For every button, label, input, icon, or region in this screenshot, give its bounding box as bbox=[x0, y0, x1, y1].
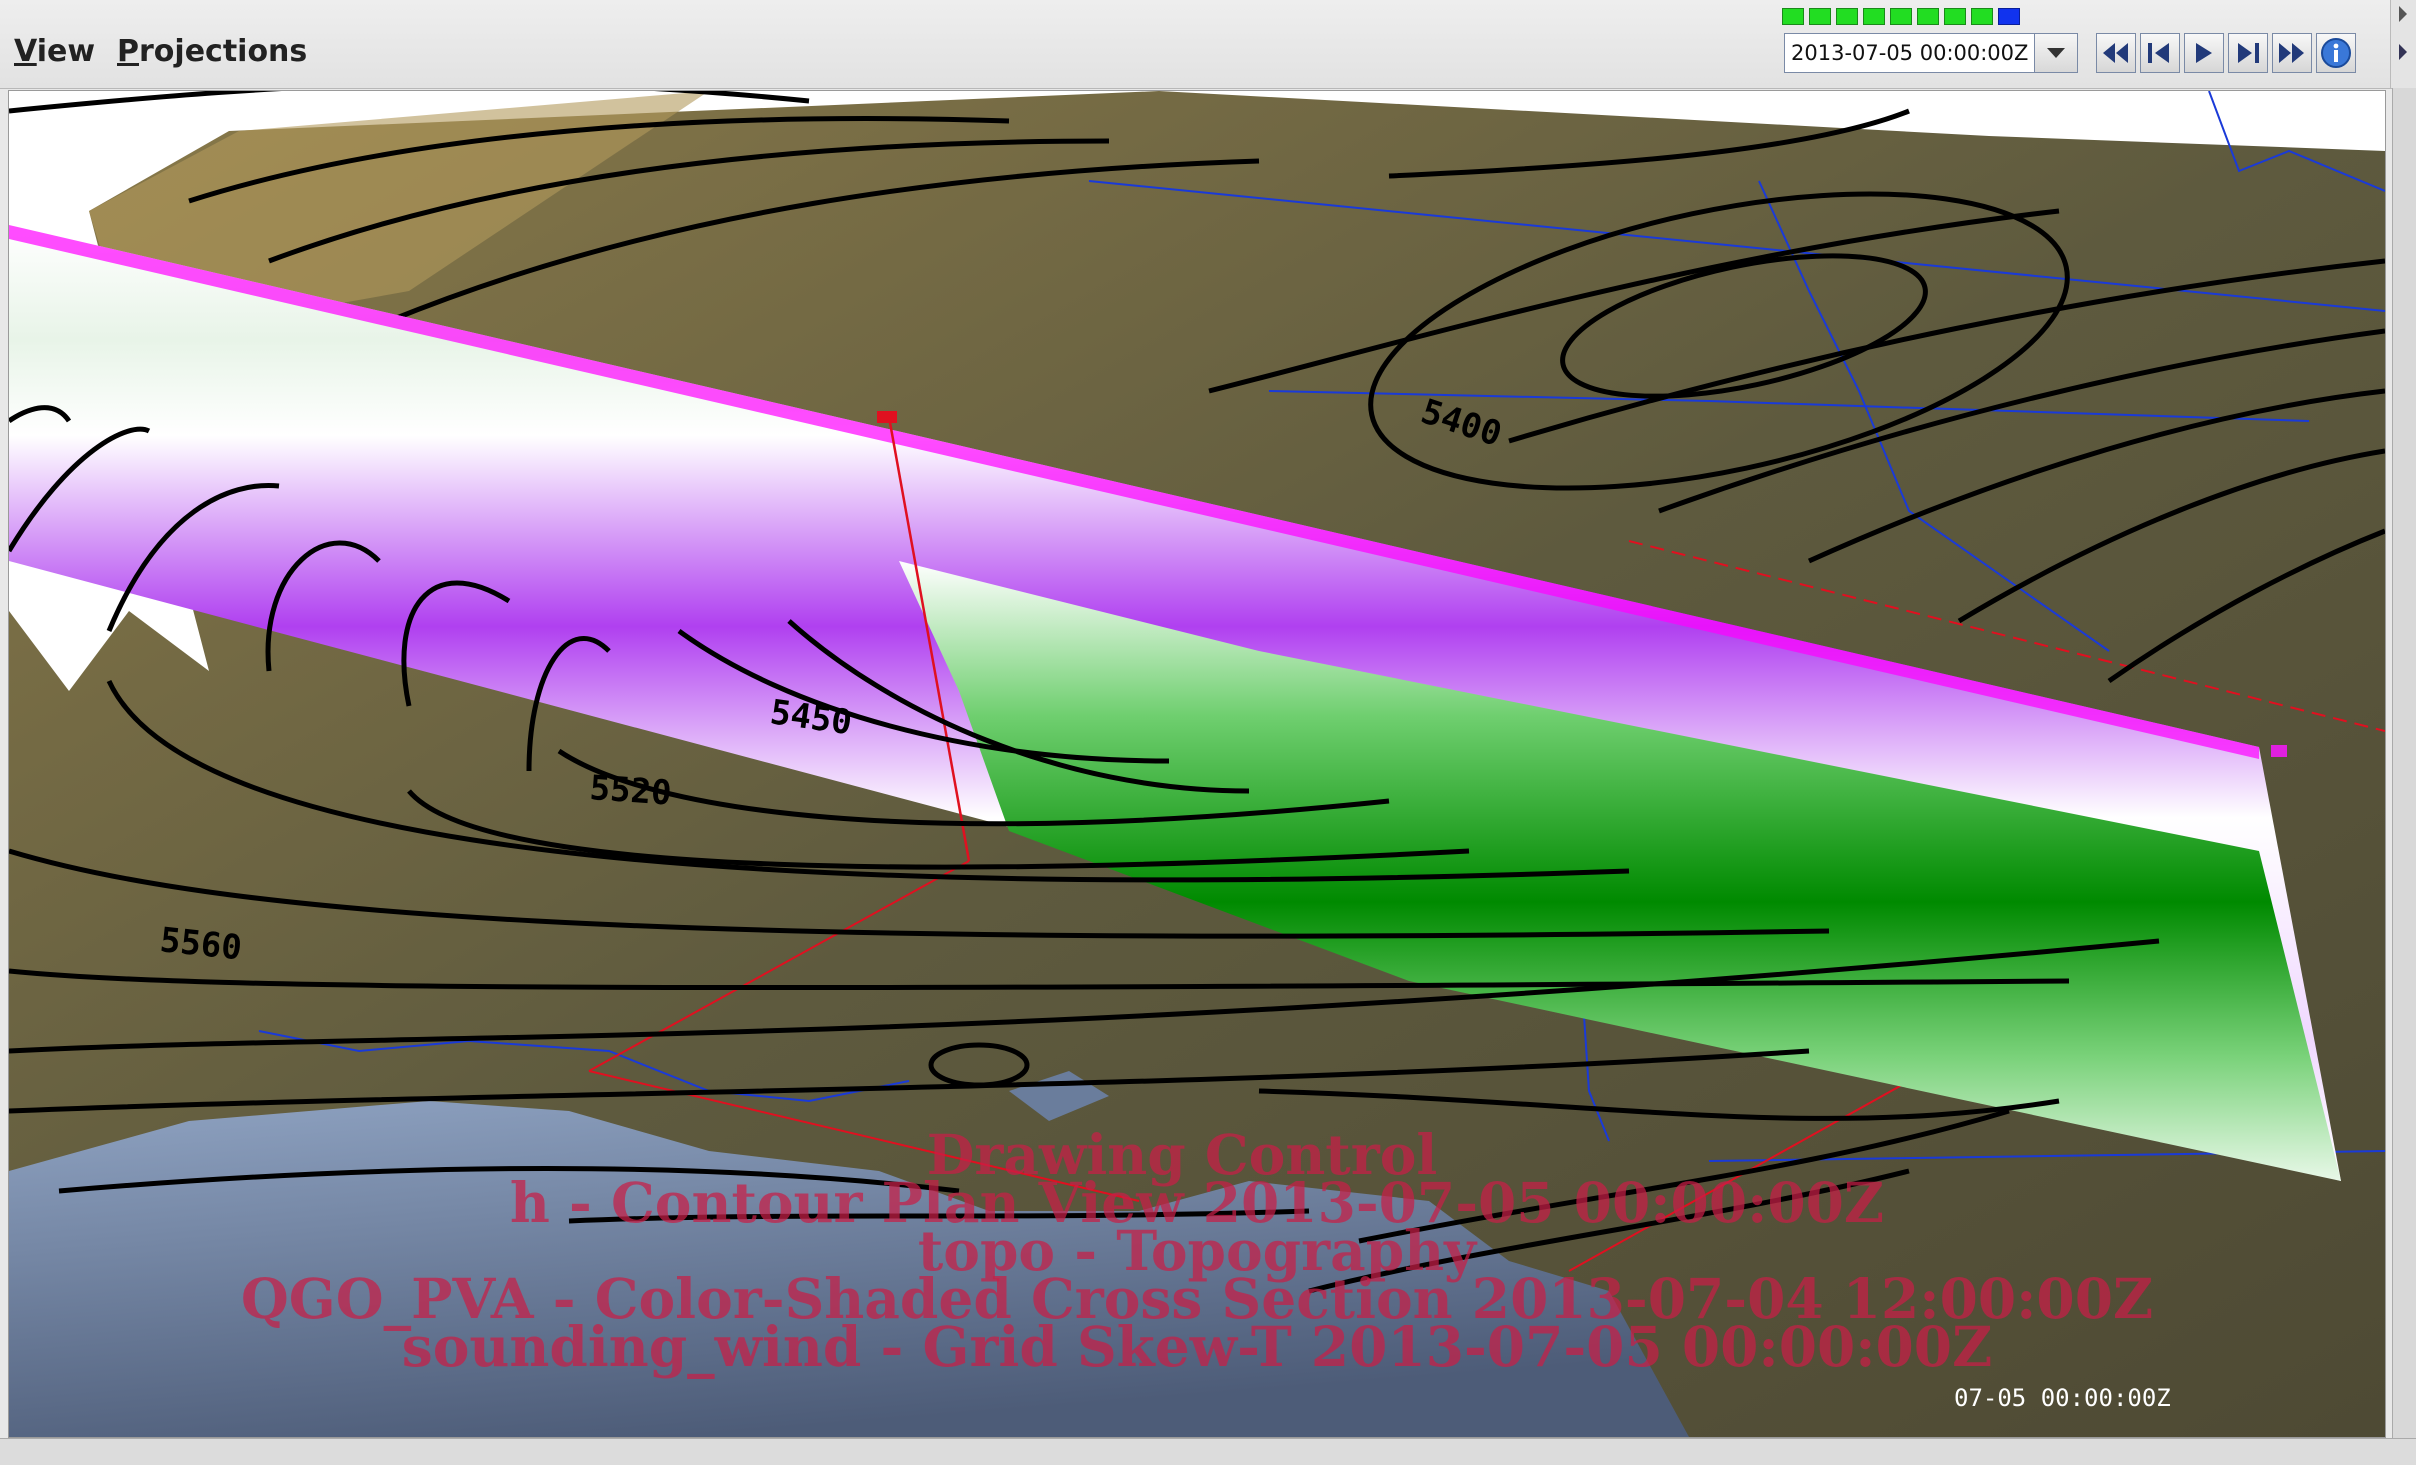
contour-label: 5560 bbox=[158, 920, 244, 968]
info-button[interactable] bbox=[2316, 33, 2356, 73]
frame-box[interactable] bbox=[1890, 8, 1912, 25]
scene: 5400 5450 5520 5560 bbox=[9, 91, 2385, 1437]
frame-box[interactable] bbox=[1863, 8, 1885, 25]
frame-box[interactable] bbox=[1944, 8, 1966, 25]
play-button[interactable] bbox=[2184, 33, 2224, 73]
play-icon bbox=[2196, 43, 2212, 63]
display-time-overlay: 07-05 00:00:00Z bbox=[1954, 1384, 2171, 1412]
chevron-right-icon[interactable] bbox=[2391, 0, 2416, 88]
frame-box[interactable] bbox=[1782, 8, 1804, 25]
animation-frame-indicator bbox=[1782, 8, 2020, 25]
frame-box[interactable] bbox=[1917, 8, 1939, 25]
map-3d-viewport[interactable]: 5400 5450 5520 5560 Drawing Control h - … bbox=[8, 90, 2386, 1438]
info-icon bbox=[2321, 38, 2351, 68]
frame-box[interactable] bbox=[1836, 8, 1858, 25]
menu-view[interactable]: View bbox=[14, 34, 95, 69]
first-frame-button[interactable] bbox=[2096, 33, 2136, 73]
step-back-icon bbox=[2148, 43, 2169, 63]
contour-label: 5520 bbox=[588, 768, 672, 814]
time-dropdown-button[interactable] bbox=[2034, 34, 2077, 72]
step-forward-icon bbox=[2238, 43, 2259, 63]
frame-box[interactable] bbox=[1971, 8, 1993, 25]
step-back-button[interactable] bbox=[2140, 33, 2180, 73]
rewind-icon bbox=[2103, 43, 2128, 63]
cursor-handle[interactable] bbox=[877, 411, 897, 423]
last-frame-button[interactable] bbox=[2272, 33, 2312, 73]
side-panel-edge bbox=[2392, 88, 2416, 1438]
frame-box[interactable] bbox=[1809, 8, 1831, 25]
frame-box-active[interactable] bbox=[1998, 8, 2020, 25]
chevron-down-icon bbox=[2047, 48, 2065, 58]
side-arrows bbox=[2390, 0, 2416, 88]
toolbar: View Projections 2013-07-05 00:00:00Z bbox=[0, 0, 2416, 89]
fast-forward-icon bbox=[2279, 43, 2304, 63]
status-bar bbox=[0, 1438, 2416, 1465]
step-forward-button[interactable] bbox=[2228, 33, 2268, 73]
endpoint-handle[interactable] bbox=[2271, 745, 2287, 757]
time-selector-value: 2013-07-05 00:00:00Z bbox=[1791, 41, 2029, 65]
menu-projections[interactable]: Projections bbox=[117, 34, 307, 69]
time-selector[interactable]: 2013-07-05 00:00:00Z bbox=[1784, 33, 2078, 73]
